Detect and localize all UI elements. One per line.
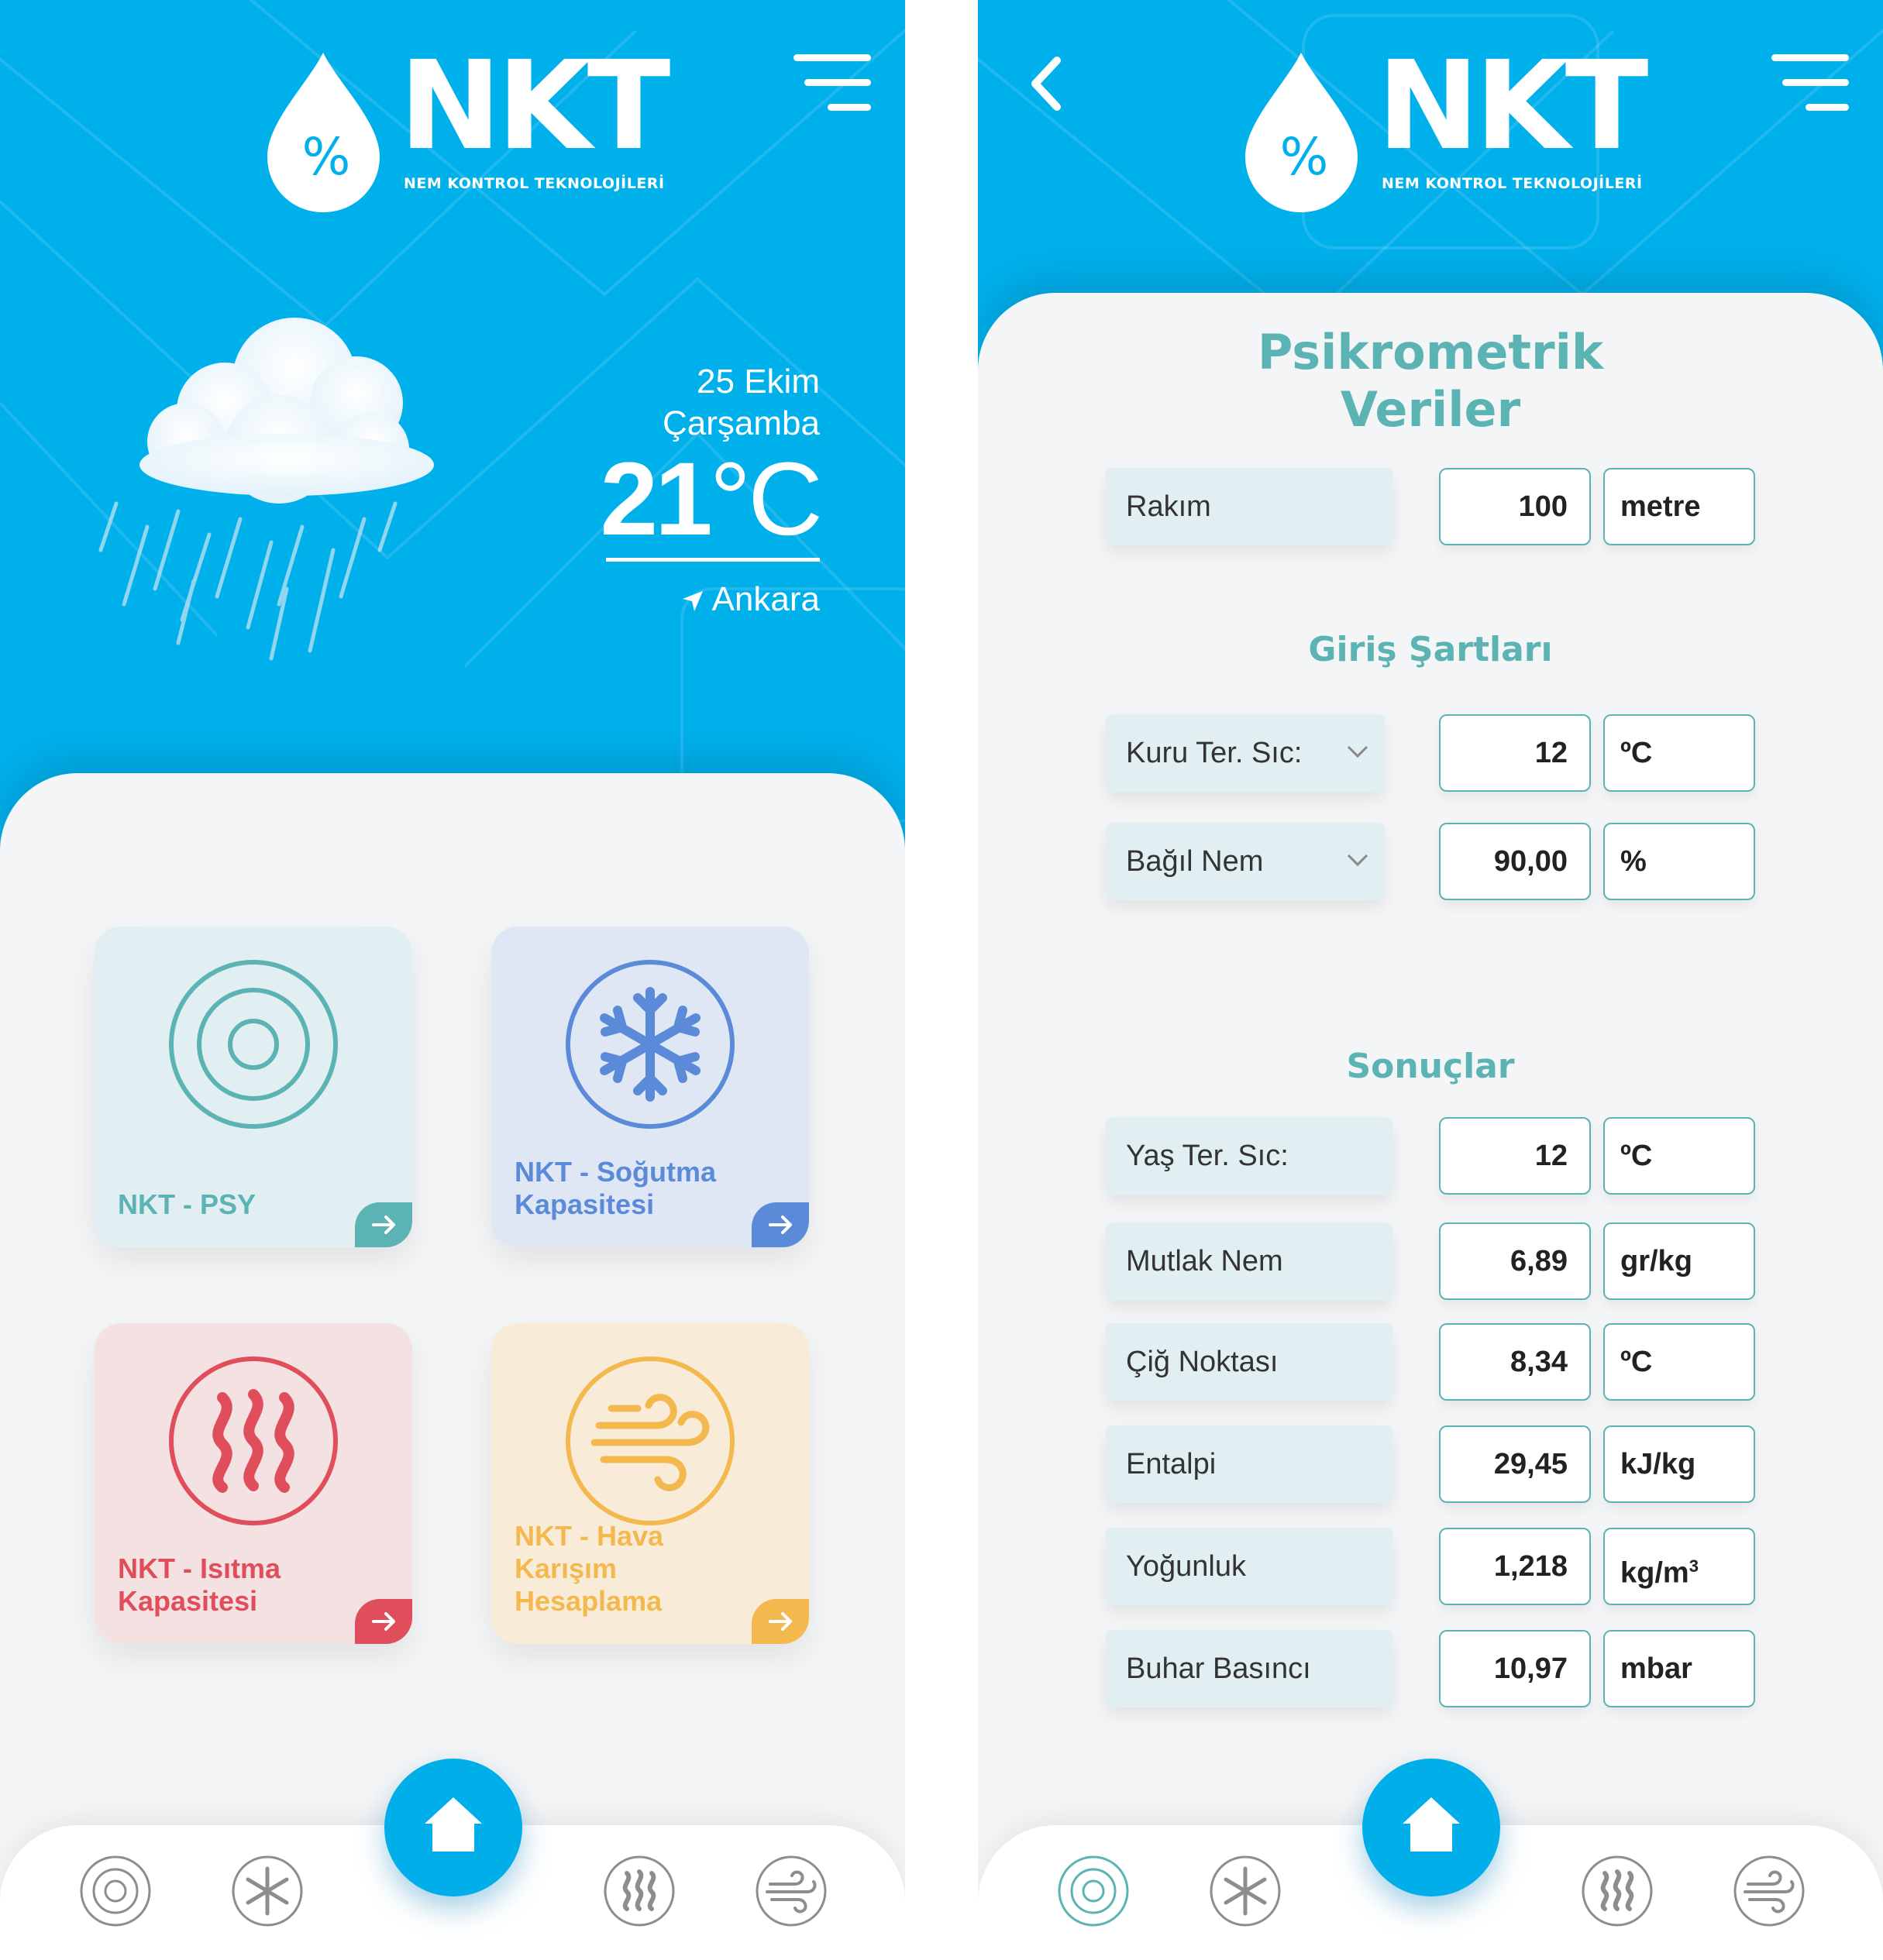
result-value: 29,45 [1439, 1425, 1591, 1503]
chevron-down-icon [1347, 745, 1368, 758]
nkt-logo: % NKT NEM KONTROL TEKNOLOJİLERİ [267, 45, 670, 215]
logo-tagline: NEM KONTROL TEKNOLOJİLERİ [404, 175, 665, 192]
air-mix-nav-icon[interactable] [1733, 1855, 1806, 1927]
back-chevron-icon[interactable] [1028, 56, 1066, 112]
unit-superscript: 3 [1689, 1556, 1699, 1576]
result-value: 1,218 [1439, 1528, 1591, 1605]
altitude-unit[interactable]: metre [1603, 468, 1755, 545]
result-label: Çiğ Noktası [1106, 1323, 1392, 1401]
result-label: Yoğunluk [1106, 1528, 1392, 1605]
result-label: Buhar Basıncı [1106, 1630, 1392, 1707]
dry-bulb-select[interactable]: Kuru Ter. Sıc: [1106, 714, 1385, 792]
hamburger-menu-icon[interactable] [1771, 54, 1849, 112]
unit-base: kg/m [1620, 1556, 1689, 1590]
weather-date: 25 Ekim [697, 363, 820, 401]
result-unit: ºC [1603, 1323, 1755, 1401]
page-title: Psikrometrik Veriler [978, 324, 1883, 438]
result-label: Entalpi [1106, 1425, 1392, 1503]
logo-tagline: NEM KONTROL TEKNOLOJİLERİ [1382, 175, 1643, 192]
tile-nkt-psy[interactable]: NKT - PSY [95, 927, 412, 1247]
chevron-down-icon [1347, 854, 1368, 867]
dry-bulb-label: Kuru Ter. Sıc: [1126, 737, 1303, 769]
home-button[interactable] [384, 1759, 522, 1896]
logo-percent-symbol: % [1279, 127, 1329, 187]
psychrometric-screen: % NKT NEM KONTROL TEKNOLOJİLERİ Psikrome… [978, 0, 1883, 1960]
result-row: Mutlak Nem 6,89 gr/kg [1106, 1222, 1755, 1300]
arrow-right-icon [769, 1612, 792, 1631]
result-row: Entalpi 29,45 kJ/kg [1106, 1425, 1755, 1503]
dry-bulb-input[interactable]: 12 [1439, 714, 1591, 792]
tile-label: NKT - Hava Karışım Hesaplama [515, 1520, 664, 1617]
heating-nav-icon[interactable] [603, 1855, 676, 1927]
altitude-row: Rakım 100 metre [1106, 468, 1755, 545]
location-arrow-icon [682, 591, 703, 612]
result-value: 6,89 [1439, 1222, 1591, 1300]
tile-label: NKT - Soğutma Kapasitesi [515, 1156, 716, 1220]
result-row: Yaş Ter. Sıc: 12 ºC [1106, 1117, 1755, 1195]
temperature-underline [606, 558, 820, 562]
heat-waves-icon [169, 1357, 338, 1525]
target-circles-icon [169, 960, 338, 1129]
result-unit: ºC [1603, 1117, 1755, 1195]
input-row: Bağıl Nem 90,00 % [1106, 823, 1755, 900]
arrow-right-icon [372, 1612, 395, 1631]
tile-nkt-cooling[interactable]: NKT - Soğutma Kapasitesi [491, 927, 809, 1247]
home-icon [425, 1797, 482, 1852]
home-button[interactable] [1362, 1759, 1500, 1896]
tile-label: NKT - PSY [118, 1188, 256, 1220]
result-unit: mbar [1603, 1630, 1755, 1707]
page-title-text: Psikrometrik Veriler [1257, 324, 1604, 438]
heating-nav-icon[interactable] [1581, 1855, 1654, 1927]
nkt-logo: % NKT NEM KONTROL TEKNOLOJİLERİ [1245, 45, 1648, 215]
result-value: 12 [1439, 1117, 1591, 1195]
psy-nav-icon[interactable] [1057, 1855, 1130, 1927]
dry-bulb-unit[interactable]: ºC [1603, 714, 1755, 792]
snowflake-icon [566, 960, 735, 1129]
result-label: Yaş Ter. Sıc: [1106, 1117, 1392, 1195]
weather-day: Çarşamba [663, 404, 820, 442]
result-row: Yoğunluk 1,218 kg/m3 [1106, 1528, 1755, 1605]
cooling-nav-icon[interactable] [1209, 1855, 1282, 1927]
temperature-value: 21 [600, 442, 713, 557]
result-label: Mutlak Nem [1106, 1222, 1392, 1300]
weather-city: Ankara [711, 580, 820, 618]
rain-cloud-icon [98, 318, 434, 661]
arrow-right-icon [769, 1216, 792, 1234]
result-row: Buhar Basıncı 10,97 mbar [1106, 1630, 1755, 1707]
logo-title: NKT [1377, 35, 1648, 177]
logo-title: NKT [399, 35, 670, 177]
air-mix-nav-icon[interactable] [755, 1855, 828, 1927]
arrow-right-icon [372, 1216, 395, 1234]
relative-humidity-select[interactable]: Bağıl Nem [1106, 823, 1385, 900]
result-value: 10,97 [1439, 1630, 1591, 1707]
tile-nkt-heating[interactable]: NKT - Isıtma Kapasitesi [95, 1323, 412, 1644]
inputs-section-title: Giriş Şartları [1308, 630, 1553, 669]
relative-humidity-unit[interactable]: % [1603, 823, 1755, 900]
weather-temperature: 21°C [601, 448, 823, 552]
weather-location[interactable]: Ankara [601, 579, 820, 621]
temperature-unit: °C [709, 442, 823, 557]
result-row: Çiğ Noktası 8,34 ºC [1106, 1323, 1755, 1401]
cooling-nav-icon[interactable] [231, 1855, 304, 1927]
psy-nav-icon[interactable] [79, 1855, 152, 1927]
result-unit: gr/kg [1603, 1222, 1755, 1300]
relative-humidity-label: Bağıl Nem [1126, 845, 1264, 878]
results-section-title: Sonuçlar [1346, 1047, 1515, 1086]
home-screen: % NKT NEM KONTROL TEKNOLOJİLERİ 25 Ekim … [0, 0, 905, 1960]
result-value: 8,34 [1439, 1323, 1591, 1401]
altitude-input[interactable]: 100 [1439, 468, 1591, 545]
tile-nkt-air-mix[interactable]: NKT - Hava Karışım Hesaplama [491, 1323, 809, 1644]
result-unit: kJ/kg [1603, 1425, 1755, 1503]
logo-percent-symbol: % [301, 127, 351, 187]
hamburger-menu-icon[interactable] [793, 54, 871, 112]
wind-icon [566, 1357, 735, 1525]
weather-widget: 25 Ekim Çarşamba 21°C Ankara [601, 361, 823, 621]
relative-humidity-input[interactable]: 90,00 [1439, 823, 1591, 900]
result-unit: kg/m3 [1603, 1528, 1755, 1605]
altitude-label: Rakım [1106, 468, 1392, 545]
home-icon [1403, 1797, 1460, 1852]
tile-label: NKT - Isıtma Kapasitesi [118, 1553, 281, 1617]
input-row: Kuru Ter. Sıc: 12 ºC [1106, 714, 1755, 792]
